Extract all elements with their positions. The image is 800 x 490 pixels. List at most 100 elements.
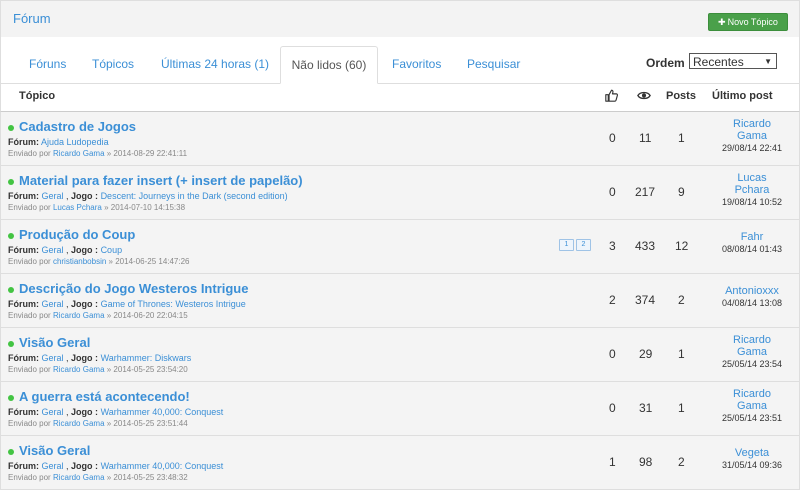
tab-topics[interactable]: Tópicos <box>92 57 134 71</box>
forum-link[interactable]: Geral <box>42 245 64 255</box>
posts-count: 2 <box>678 293 685 307</box>
topic-forum-line: Fórum: Geral , Jogo : Warhammer 40,000: … <box>8 461 224 471</box>
last-post-date: 25/05/14 23:51 <box>721 413 783 423</box>
topic-row: Descrição do Jogo Westeros Intrigue Fóru… <box>0 274 800 328</box>
views-count: 11 <box>639 131 652 145</box>
last-post-info: Lucas Pchara 19/08/14 10:52 <box>709 172 795 208</box>
forum-page: Fórum ✚ Novo Tópico Fóruns Tópicos Última… <box>0 0 800 490</box>
topic-title-link[interactable]: Cadastro de Jogos <box>19 119 136 134</box>
last-post-user-link[interactable]: Ricardo Gama <box>732 118 772 142</box>
plus-icon: ✚ <box>718 17 726 27</box>
game-label: Jogo : <box>71 407 99 417</box>
game-link[interactable]: Game of Thrones: Westeros Intrigue <box>101 299 246 309</box>
forum-link[interactable]: Geral <box>42 191 64 201</box>
page-link-2[interactable]: 2 <box>576 239 591 251</box>
game-label: Jogo : <box>71 191 99 201</box>
forum-link[interactable]: Geral <box>42 461 64 471</box>
posts-count: 1 <box>678 401 685 415</box>
posts-count: 9 <box>678 185 685 199</box>
views-count: 29 <box>639 347 653 361</box>
topic-title-link[interactable]: Produção do Coup <box>19 227 135 242</box>
game-label: Jogo : <box>71 299 99 309</box>
topic-title-link[interactable]: A guerra está acontecendo! <box>19 389 190 404</box>
author-link[interactable]: Ricardo Gama <box>53 419 105 428</box>
unread-indicator-icon <box>8 395 14 401</box>
last-post-user-link[interactable]: Antonioxxx <box>709 285 795 297</box>
posts-count: 2 <box>678 455 685 469</box>
topic-date: » 2014-05-25 23:48:32 <box>106 473 188 482</box>
order-label: Ordem <box>646 56 685 70</box>
tab-favorites[interactable]: Favoritos <box>392 57 441 71</box>
likes-count: 3 <box>609 239 616 253</box>
topic-row: Material para fazer insert (+ insert de … <box>0 166 800 220</box>
views-count: 98 <box>639 455 653 469</box>
tab-unread[interactable]: Não lidos (60) <box>280 46 378 84</box>
tab-forums[interactable]: Fóruns <box>29 57 66 71</box>
game-link[interactable]: Descent: Journeys in the Dark (second ed… <box>101 191 288 201</box>
forum-link[interactable]: Geral <box>42 353 64 363</box>
last-post-user-link[interactable]: Lucas Pchara <box>732 172 772 196</box>
forum-label: Fórum: <box>8 191 39 201</box>
new-topic-button[interactable]: ✚ Novo Tópico <box>708 13 788 31</box>
topic-title-link[interactable]: Descrição do Jogo Westeros Intrigue <box>19 281 248 296</box>
tab-search[interactable]: Pesquisar <box>467 57 520 71</box>
page-title: Fórum <box>13 11 51 26</box>
topic-table-header: Tópico Posts Último post <box>0 84 800 112</box>
forum-link[interactable]: Ajuda Ludopedia <box>41 137 109 147</box>
order-select[interactable]: Recentes ▼ <box>689 53 777 69</box>
likes-count: 0 <box>609 401 616 415</box>
sent-by-label: Enviado por <box>8 149 51 158</box>
last-post-date: 31/05/14 09:36 <box>721 460 783 470</box>
author-link[interactable]: Lucas Pchara <box>53 203 102 212</box>
tab-last-24h[interactable]: Últimas 24 horas (1) <box>161 57 269 71</box>
topic-title-link[interactable]: Material para fazer insert (+ insert de … <box>19 173 303 188</box>
topic-forum-line: Fórum: Geral , Jogo : Warhammer: Diskwar… <box>8 353 192 363</box>
sent-by-label: Enviado por <box>8 311 51 320</box>
topic-title-link[interactable]: Visão Geral <box>19 443 90 458</box>
sent-by-label: Enviado por <box>8 473 51 482</box>
last-post-user-link[interactable]: Vegeta <box>709 447 795 459</box>
views-count: 217 <box>635 185 656 199</box>
topic-title-link[interactable]: Visão Geral <box>19 335 90 350</box>
topic-date: » 2014-05-25 23:54:20 <box>106 365 188 374</box>
forum-label: Fórum: <box>8 299 39 309</box>
column-topic: Tópico <box>19 90 56 102</box>
author-link[interactable]: Ricardo Gama <box>53 473 105 482</box>
unread-indicator-icon <box>8 125 14 131</box>
posts-count: 12 <box>675 239 689 253</box>
posts-count: 1 <box>678 347 685 361</box>
last-post-user-link[interactable]: Fahr <box>709 231 795 243</box>
last-post-user-link[interactable]: Ricardo Gama <box>732 388 772 412</box>
last-post-info: Ricardo Gama 29/08/14 22:41 <box>709 118 795 154</box>
forum-link[interactable]: Geral <box>42 407 64 417</box>
game-link[interactable]: Coup <box>101 245 123 255</box>
forum-header: Fórum ✚ Novo Tópico <box>0 0 800 37</box>
views-count: 31 <box>639 401 653 415</box>
topic-row: A guerra está acontecendo! Fórum: Geral … <box>0 382 800 436</box>
author-link[interactable]: Ricardo Gama <box>53 311 105 320</box>
author-link[interactable]: Ricardo Gama <box>53 365 105 374</box>
forum-label: Fórum: <box>8 245 39 255</box>
tab-bar: Fóruns Tópicos Últimas 24 horas (1) Não … <box>0 37 800 84</box>
forum-label: Fórum: <box>8 353 39 363</box>
thumbs-up-icon <box>605 89 618 102</box>
last-post-user-link[interactable]: Ricardo Gama <box>732 334 772 358</box>
author-link[interactable]: Ricardo Gama <box>53 149 105 158</box>
sent-by-label: Enviado por <box>8 419 51 428</box>
game-label: Jogo : <box>71 353 99 363</box>
game-link[interactable]: Warhammer 40,000: Conquest <box>101 461 224 471</box>
forum-link[interactable]: Geral <box>42 299 64 309</box>
unread-indicator-icon <box>8 179 14 185</box>
likes-count: 0 <box>609 347 616 361</box>
page-link-1[interactable]: 1 <box>559 239 574 251</box>
last-post-info: Vegeta 31/05/14 09:36 <box>709 447 795 471</box>
game-link[interactable]: Warhammer 40,000: Conquest <box>101 407 224 417</box>
topic-row: Produção do Coup Fórum: Geral , Jogo : C… <box>0 220 800 274</box>
last-post-info: Ricardo Gama 25/05/14 23:51 <box>709 388 795 424</box>
views-count: 374 <box>635 293 656 307</box>
topic-author-line: Enviado por christianbobsin » 2014-06-25… <box>8 257 190 266</box>
unread-indicator-icon <box>8 341 14 347</box>
game-link[interactable]: Warhammer: Diskwars <box>101 353 192 363</box>
dropdown-arrow-icon: ▼ <box>764 57 772 66</box>
author-link[interactable]: christianbobsin <box>53 257 106 266</box>
